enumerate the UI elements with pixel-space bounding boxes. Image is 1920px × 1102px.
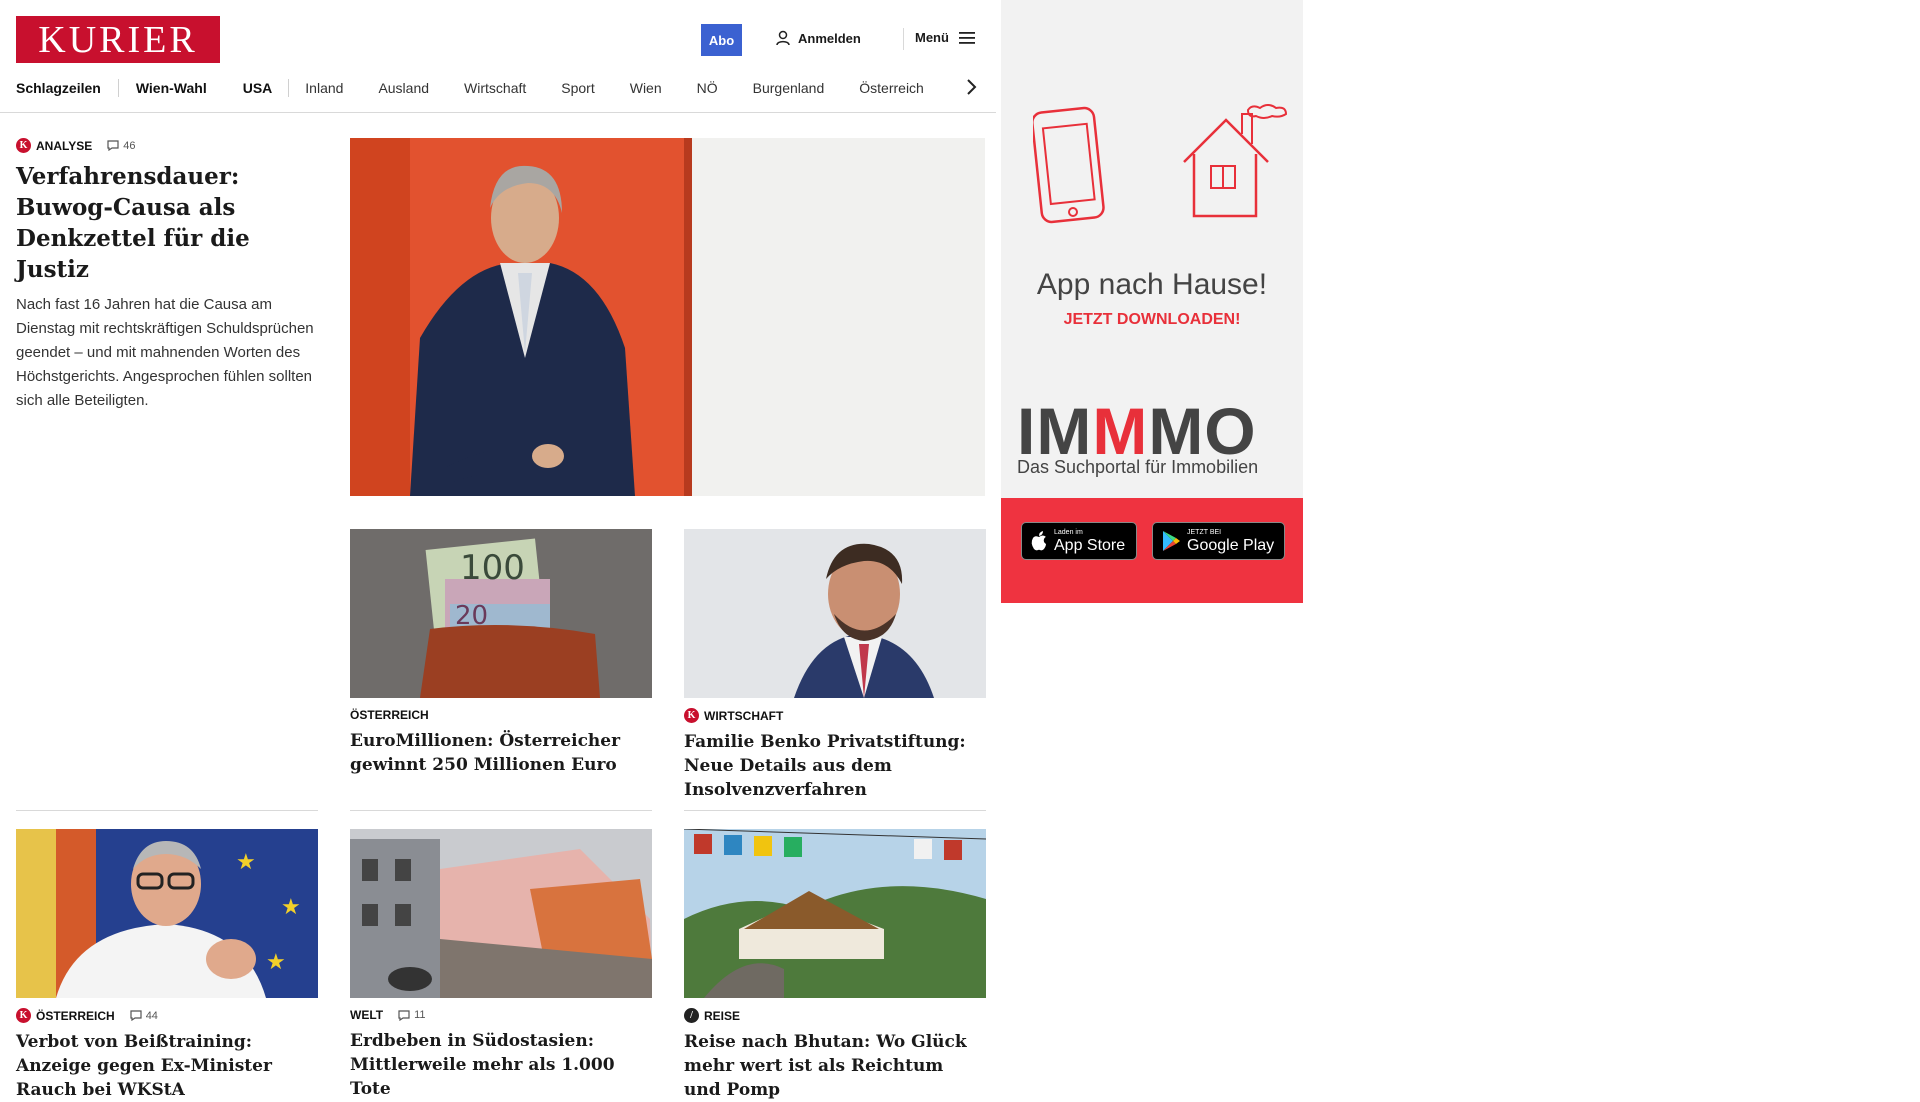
ad-subline: JETZT DOWNLOADEN! <box>1063 311 1241 328</box>
lead-kicker: K ANALYSE 46 <box>16 138 316 153</box>
chevron-right-icon[interactable] <box>965 78 977 96</box>
header-bottom-border <box>0 112 996 113</box>
row-divider <box>350 810 652 811</box>
nav-item-schlagzeilen[interactable]: Schlagzeilen <box>16 80 101 96</box>
google-play-button[interactable]: JETZT BEI Google Play <box>1152 522 1285 560</box>
lead-comment-count[interactable]: 46 <box>107 139 136 152</box>
comment-icon <box>130 1010 142 1021</box>
card-kicker: K ÖSTERREICH 44 <box>16 1008 317 1023</box>
article-card[interactable]: / REISE Reise nach Bhutan: Wo Glück mehr… <box>684 998 985 1102</box>
benko-image[interactable] <box>684 529 986 698</box>
article-card[interactable]: K WIRTSCHAFT Familie Benko Privatstiftun… <box>684 698 985 802</box>
article-card[interactable]: ÖSTERREICH EuroMillionen: Österreicher g… <box>350 698 651 777</box>
nav-item-ausland[interactable]: Ausland <box>378 80 429 96</box>
header-divider <box>903 28 904 50</box>
immmo-tagline: Das Suchportal für Immobilien <box>1017 457 1259 477</box>
ad-headline: App nach Hause! <box>1036 268 1268 301</box>
lead-kicker-label: ANALYSE <box>36 138 93 153</box>
card-title[interactable]: Verbot von Beißtraining: Anzeige gegen E… <box>16 1030 317 1102</box>
kurier-site: KURIER Abo Anmelden Menü Schlagzeilen Wi… <box>0 0 996 1100</box>
google-play-small: JETZT BEI <box>1187 528 1222 536</box>
nav-item-usa[interactable]: USA <box>243 80 273 96</box>
menu-label: Menü <box>915 30 949 45</box>
lead-title[interactable]: Verfahrensdauer: Buwog-Causa als Denkzet… <box>16 161 316 285</box>
card-kicker: WELT 11 <box>350 1008 651 1022</box>
reise-icon: / <box>684 1008 699 1023</box>
card-kicker: ÖSTERREICH <box>350 708 651 722</box>
euromillionen-image[interactable]: 100 20 <box>350 529 652 698</box>
lead-article[interactable]: K ANALYSE 46 Verfahrensdauer: Buwog-Caus… <box>16 138 316 413</box>
nav-item-wien-wahl[interactable]: Wien-Wahl <box>136 80 207 96</box>
row-divider <box>16 810 318 811</box>
nav-divider <box>117 79 119 97</box>
article-card[interactable]: K ÖSTERREICH 44 Verbot von Beißtraining:… <box>16 998 317 1102</box>
card-kicker: / REISE <box>684 1008 985 1023</box>
comment-count: 46 <box>123 139 136 152</box>
login-button[interactable]: Anmelden <box>776 30 861 46</box>
card-title[interactable]: EuroMillionen: Österreicher gewinnt 250 … <box>350 729 651 777</box>
nav-item-wien[interactable]: Wien <box>630 80 662 96</box>
comment-count: 44 <box>145 1009 158 1022</box>
google-play-icon <box>1163 531 1180 551</box>
bhutan-image[interactable] <box>684 829 986 998</box>
card-title[interactable]: Reise nach Bhutan: Wo Glück mehr wert is… <box>684 1030 985 1102</box>
comment-icon <box>398 1009 410 1021</box>
lead-teaser: Nach fast 16 Jahren hat die Causa am Die… <box>16 296 314 409</box>
card-kicker: K WIRTSCHAFT <box>684 708 985 723</box>
card-title[interactable]: Erdbeben in Südostasien: Mittlerweile me… <box>350 1029 651 1101</box>
kurier-k-icon: K <box>684 708 699 723</box>
google-play-label: Google Play <box>1187 536 1275 554</box>
user-icon <box>776 30 790 46</box>
hamburger-icon <box>958 31 975 44</box>
nav-item-burgenland[interactable]: Burgenland <box>753 80 825 96</box>
smartphone-icon <box>1033 106 1105 224</box>
abo-button[interactable]: Abo <box>701 24 742 56</box>
svg-text:★: ★ <box>236 850 256 875</box>
card-kicker-label: REISE <box>704 1008 741 1023</box>
comment-count: 11 <box>414 1009 426 1021</box>
nav-item-inland[interactable]: Inland <box>305 80 343 96</box>
card-kicker-label: ÖSTERREICH <box>350 708 429 722</box>
card-kicker-label: ÖSTERREICH <box>36 1008 115 1023</box>
card-comment-count[interactable]: 44 <box>130 1010 158 1022</box>
lead-article-image[interactable] <box>350 138 985 496</box>
kurier-logo[interactable]: KURIER <box>16 16 220 63</box>
kurier-k-icon: K <box>16 1008 31 1023</box>
kurier-k-icon: K <box>16 138 31 153</box>
comment-icon <box>107 140 119 151</box>
nav-divider <box>288 79 290 97</box>
section-nav: Schlagzeilen Wien-Wahl USA Inland Auslan… <box>16 76 924 100</box>
card-comment-count[interactable]: 11 <box>398 1009 426 1021</box>
nav-item-wirtschaft[interactable]: Wirtschaft <box>464 80 526 96</box>
app-store-label: App Store <box>1054 536 1126 554</box>
card-title[interactable]: Familie Benko Privatstiftung: Neue Detai… <box>684 730 985 802</box>
earthquake-image[interactable] <box>350 829 652 998</box>
nav-item-sport[interactable]: Sport <box>561 80 594 96</box>
svg-text:★: ★ <box>281 895 301 920</box>
app-store-small: Laden im <box>1054 528 1083 536</box>
svg-text:100: 100 <box>460 548 525 588</box>
immmo-ad[interactable]: App nach Hause! JETZT DOWNLOADEN! IMMMO … <box>1001 0 1303 603</box>
article-card[interactable]: WELT 11 Erdbeben in Südostasien: Mittler… <box>350 998 651 1101</box>
card-kicker-label: WIRTSCHAFT <box>704 708 784 723</box>
rauch-image[interactable]: ★ ★ ★ <box>16 829 318 998</box>
menu-button[interactable]: Menü <box>915 30 975 45</box>
card-kicker-label: WELT <box>350 1008 384 1022</box>
apple-icon <box>1031 531 1046 551</box>
app-store-button[interactable]: Laden im App Store <box>1021 522 1137 560</box>
nav-item-oesterreich[interactable]: Österreich <box>859 80 924 96</box>
house-icon <box>1183 104 1288 218</box>
nav-item-noe[interactable]: NÖ <box>697 80 718 96</box>
row-divider <box>684 810 986 811</box>
login-label: Anmelden <box>798 30 861 46</box>
svg-text:★: ★ <box>266 950 286 975</box>
